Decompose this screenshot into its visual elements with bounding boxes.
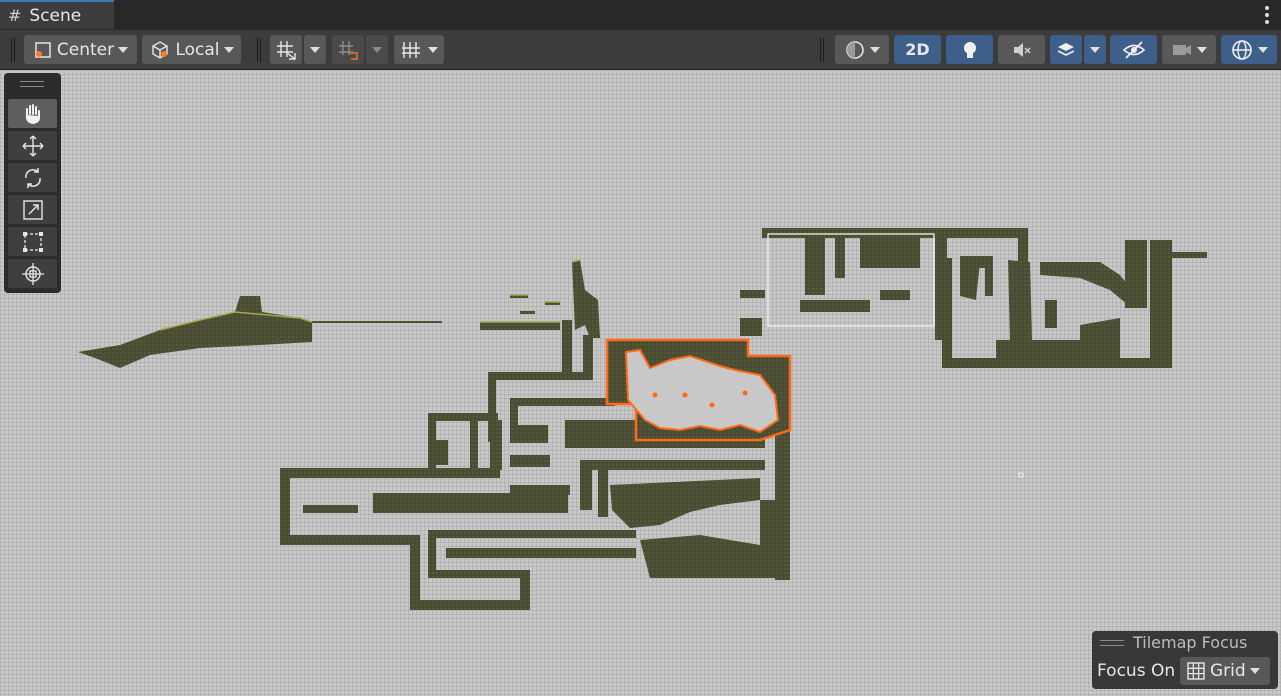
chevron-down-icon <box>1258 46 1268 53</box>
tilemap-focus-title: Tilemap Focus <box>1133 633 1248 652</box>
audio-mute-icon <box>1011 39 1033 61</box>
rect-tool-button[interactable] <box>8 227 57 256</box>
rotate-icon <box>21 166 45 190</box>
toolbar-grip[interactable] <box>820 38 824 62</box>
focus-on-value: Grid <box>1210 661 1246 681</box>
effects-toggle-button[interactable] <box>1050 35 1082 64</box>
chevron-down-icon <box>310 46 320 53</box>
focus-on-label: Focus On <box>1097 661 1176 681</box>
camera-settings-dropdown[interactable] <box>1162 35 1216 64</box>
tools-overlay <box>4 73 61 293</box>
scene-viewport[interactable] <box>0 70 1281 696</box>
grid-visibility-icon <box>400 39 424 61</box>
chevron-down-icon <box>1197 46 1207 53</box>
gizmos-dropdown[interactable] <box>1221 35 1277 64</box>
scale-tool-button[interactable] <box>8 195 57 224</box>
tilemap-terrain <box>78 228 1207 610</box>
overlay-drag-handle[interactable] <box>20 81 44 87</box>
shading-mode-icon <box>844 39 866 61</box>
draw-mode-dropdown[interactable] <box>835 35 889 64</box>
scene-pivot-marker <box>1018 472 1024 478</box>
move-tool-button[interactable] <box>8 131 57 160</box>
toolbar-grip[interactable] <box>11 38 15 62</box>
toolbar-grip[interactable] <box>257 38 261 62</box>
increment-snap-button[interactable] <box>332 35 364 64</box>
pivot-center-icon <box>33 40 53 60</box>
scene-visibility-toggle-button[interactable] <box>1110 35 1157 64</box>
transform-icon <box>21 262 45 286</box>
camera-icon <box>1171 39 1193 61</box>
tilemap-level[interactable] <box>0 70 1281 696</box>
gizmos-globe-icon <box>1230 38 1254 62</box>
hand-icon <box>21 102 45 126</box>
view-tool-button[interactable] <box>8 99 57 128</box>
scene-toolbar: Center Local 2D <box>0 30 1281 70</box>
increment-snap-icon <box>337 39 359 61</box>
kebab-menu-icon[interactable] <box>1265 6 1269 24</box>
handle-rotation-dropdown[interactable]: Local <box>142 35 241 64</box>
tab-bar: # Scene <box>0 0 1281 30</box>
grid-visibility-dropdown[interactable] <box>394 35 444 64</box>
grid-snapping-dropdown[interactable] <box>304 35 326 64</box>
chevron-down-icon <box>223 46 234 53</box>
chevron-down-icon <box>118 46 129 53</box>
rect-transform-icon <box>21 230 45 254</box>
chevron-down-icon <box>428 46 438 53</box>
scene-tab[interactable]: # Scene <box>0 0 114 29</box>
grid-hash-icon: # <box>8 6 22 25</box>
grid-snapping-icon <box>275 39 297 61</box>
local-cube-icon <box>149 40 171 60</box>
grid-snapping-button[interactable] <box>270 35 302 64</box>
effects-dropdown[interactable] <box>1084 35 1106 64</box>
chevron-down-icon <box>1249 668 1260 674</box>
overlay-drag-handle[interactable] <box>1100 640 1124 646</box>
transform-tool-button[interactable] <box>8 259 57 288</box>
hidden-eye-icon <box>1122 39 1146 61</box>
chevron-down-icon <box>1090 46 1100 53</box>
lighting-toggle-button[interactable] <box>946 35 993 64</box>
chevron-down-icon <box>870 46 880 53</box>
toggle-2d-label: 2D <box>905 40 930 59</box>
toggle-2d-button[interactable]: 2D <box>894 35 941 64</box>
light-bulb-icon <box>960 39 980 61</box>
handle-rotation-label: Local <box>175 39 220 60</box>
increment-snap-dropdown[interactable] <box>366 35 388 64</box>
scale-icon <box>21 198 45 222</box>
audio-toggle-button[interactable] <box>998 35 1045 64</box>
move-arrows-icon <box>21 134 45 158</box>
pivot-mode-dropdown[interactable]: Center <box>24 35 137 64</box>
effects-layers-icon <box>1055 39 1077 61</box>
grid-icon <box>1186 661 1206 681</box>
pivot-mode-label: Center <box>56 39 115 60</box>
tilemap-focus-overlay: Tilemap Focus Focus On Grid <box>1092 631 1278 689</box>
rotate-tool-button[interactable] <box>8 163 57 192</box>
chevron-down-icon <box>372 46 382 53</box>
scene-tab-label: Scene <box>29 5 82 26</box>
focus-on-dropdown[interactable]: Grid <box>1180 657 1270 685</box>
